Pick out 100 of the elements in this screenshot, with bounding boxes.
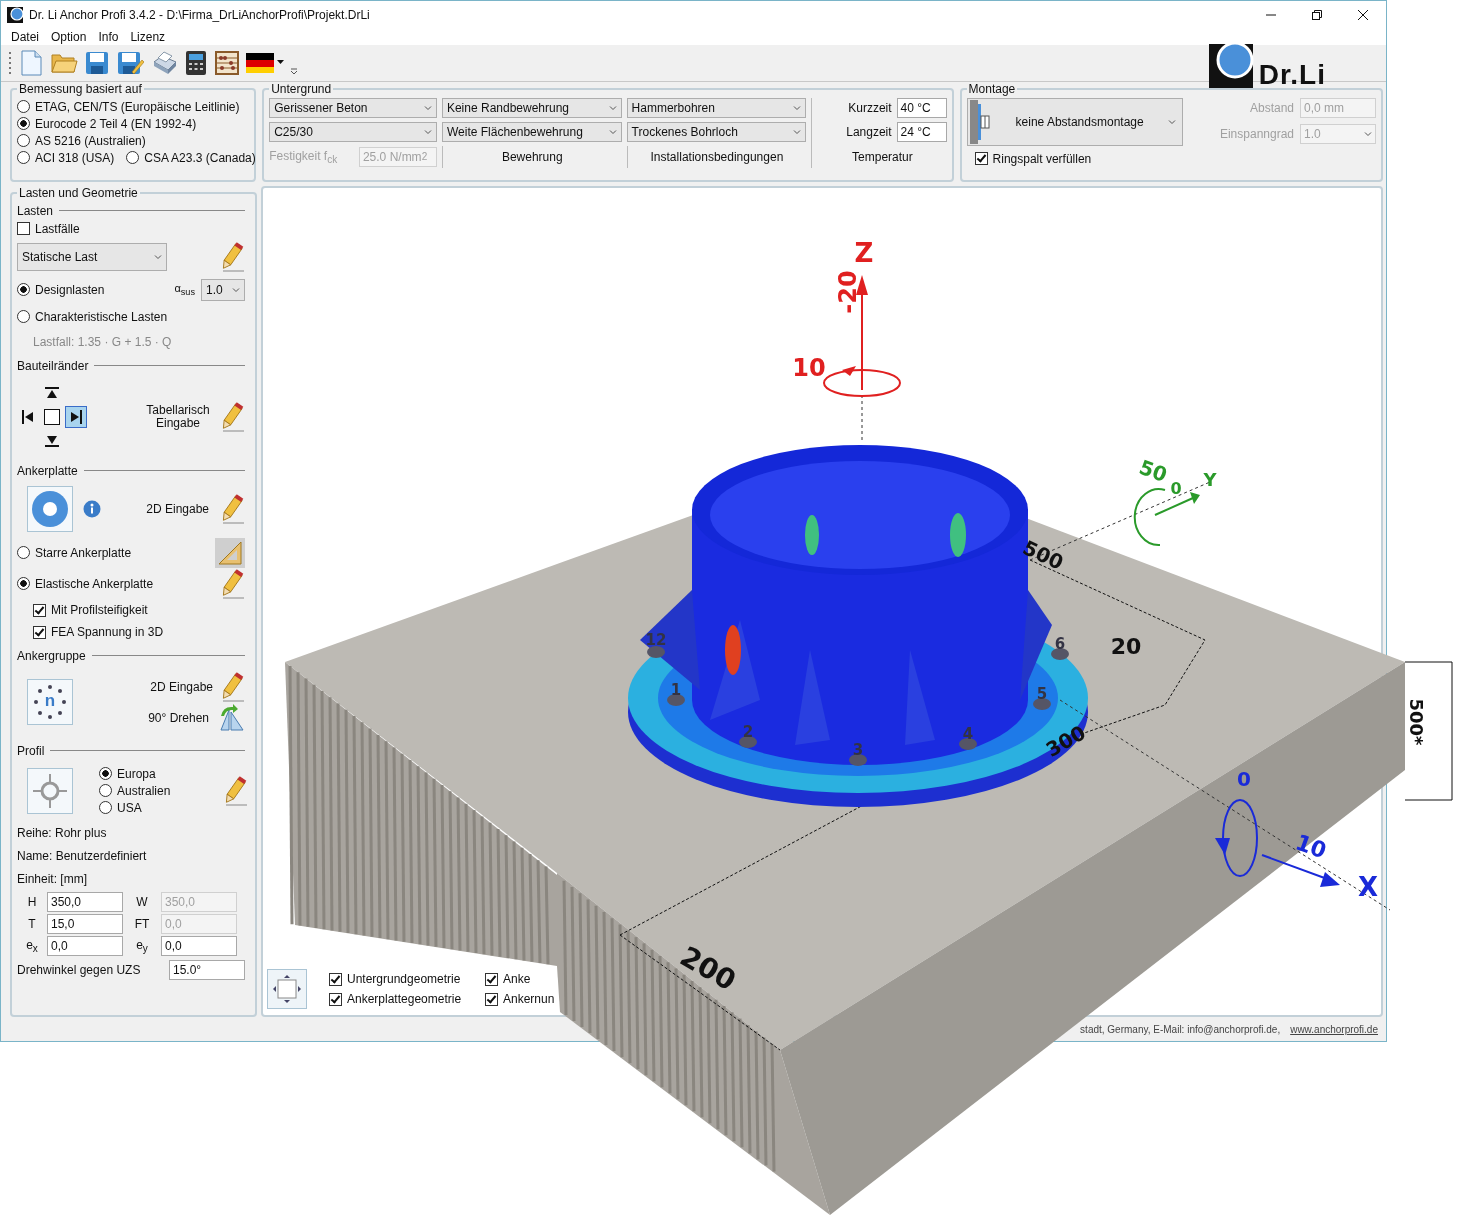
radio-button[interactable]: [17, 546, 30, 560]
field-label: FT: [133, 916, 151, 931]
radio-button[interactable]: [99, 767, 112, 781]
dropdown[interactable]: Trockenes Bohrloch: [626, 121, 807, 142]
dropdown[interactable]: Keine Randbewehrung: [441, 97, 622, 118]
input-label: 2D Eingabe: [150, 679, 213, 694]
calculator-icon[interactable]: [184, 49, 208, 76]
fit-view-button[interactable]: [267, 969, 307, 1010]
group-title: Lasten und Geometrie: [18, 185, 139, 200]
option-label: Designlasten: [35, 282, 105, 297]
menu-item[interactable]: Info: [92, 30, 125, 44]
input-field[interactable]: 15,0: [47, 913, 123, 934]
save-as-icon[interactable]: [116, 49, 144, 76]
chevron-icon: [423, 128, 432, 135]
input-field[interactable]: 0,0: [47, 935, 123, 956]
overflow-chevron-icon[interactable]: [290, 66, 298, 75]
checkbox[interactable]: [17, 222, 30, 236]
edge-toggle[interactable]: [65, 405, 87, 428]
checkbox[interactable]: [33, 603, 46, 617]
anchor-number: 3: [852, 741, 864, 759]
anchor-number: 5: [1036, 685, 1048, 703]
top-edge-icon: [45, 386, 59, 399]
radio-button[interactable]: [17, 100, 30, 114]
mounting-dropdown[interactable]: keine Abstandsmontage: [966, 97, 1183, 146]
set-square-icon[interactable]: [215, 537, 245, 568]
profile-info: Einheit: [mm]: [17, 870, 88, 888]
logo-text: Dr.Li: [1258, 61, 1326, 88]
chevron-icon: [608, 128, 617, 135]
info-icon[interactable]: [83, 499, 101, 518]
load-formula: Lastfall: 1.35 · G + 1.5 · Q: [32, 333, 172, 351]
profile-info: Reihe: Rohr plus: [17, 824, 107, 842]
field-label: W: [135, 894, 149, 909]
input-field[interactable]: 0,0: [161, 935, 237, 956]
field-label: Drehwinkel gegen UZS: [17, 962, 141, 977]
checkbox-label: Anke: [503, 972, 531, 987]
dropdown[interactable]: Statische Last: [17, 242, 167, 271]
input-field[interactable]: 350,0: [47, 891, 123, 912]
dropdown[interactable]: Gerissener Beton: [269, 97, 437, 118]
chevron-icon: [1167, 118, 1176, 125]
chevron-icon: [232, 286, 240, 293]
checkbox[interactable]: [33, 625, 46, 639]
input-field[interactable]: 40 °C: [896, 97, 947, 118]
checkbox-label: Untergrundgeometrie: [347, 972, 461, 987]
force-label: 0: [1237, 767, 1251, 791]
ring-plate-icon[interactable]: [27, 485, 73, 532]
section-title: Lasten: [17, 203, 54, 218]
radio-button[interactable]: [17, 151, 30, 165]
website-link[interactable]: www.anchorprofi.de: [1290, 1023, 1378, 1035]
checkbox-label: Mit Profilsteifigkeit: [51, 603, 148, 618]
radio-button[interactable]: [99, 801, 112, 815]
radio-button[interactable]: [17, 134, 30, 148]
checkbox[interactable]: [974, 152, 988, 166]
radio-button[interactable]: [17, 577, 30, 591]
menu-item[interactable]: Option: [45, 30, 93, 44]
abacus-icon[interactable]: [214, 49, 240, 76]
radio-button[interactable]: [126, 151, 140, 165]
option-label: Charakteristische Lasten: [35, 309, 168, 324]
menu-item[interactable]: Datei: [5, 30, 45, 44]
checkbox[interactable]: [329, 992, 342, 1006]
dropdown[interactable]: Weite Flächenbewehrung: [441, 121, 622, 142]
field-label: Festigkeit f$_{ck}$: [269, 148, 338, 166]
option-label: Elastische Ankerplatte: [35, 576, 154, 591]
dimension-label: 300: [1041, 720, 1090, 762]
field-label: Abstand: [1249, 100, 1294, 115]
force-label: 0: [1170, 479, 1182, 498]
anchor-group-icon[interactable]: n: [27, 678, 73, 725]
chevron-icon: [154, 253, 162, 260]
section-title: Profil: [17, 743, 45, 758]
dropdown[interactable]: 1.0: [201, 278, 245, 301]
chevron-icon: [423, 104, 432, 111]
checkbox-label: Lastfälle: [35, 221, 80, 236]
option-label: ACI 318 (USA): [35, 150, 115, 165]
option-label: AS 5216 (Australien): [35, 133, 146, 148]
radio-button[interactable]: [17, 310, 30, 324]
caret-icon: [277, 60, 284, 66]
checkbox[interactable]: [329, 972, 342, 986]
radio-button[interactable]: [17, 117, 30, 131]
anchor-number: 6: [1054, 635, 1066, 653]
menu-item[interactable]: Lizenz: [124, 30, 172, 44]
checkbox[interactable]: [485, 972, 498, 986]
window-title: Dr. Li Anchor Profi 3.4.2 - D:\Firma_DrLiAnchorProfi\Projekt.DrLi: [29, 8, 370, 22]
save-icon[interactable]: [84, 49, 110, 76]
axis-label: Z: [854, 238, 874, 268]
radio-button[interactable]: [99, 784, 112, 798]
rotate-label: 90° Drehen: [148, 710, 209, 725]
input-field[interactable]: 24 °C: [896, 121, 947, 142]
app-icon: [7, 7, 23, 23]
dimension-label: 20: [1110, 634, 1142, 659]
field-label: e$_{y}$: [135, 937, 149, 954]
language-dropdown[interactable]: [246, 52, 284, 73]
dropdown[interactable]: C25/30: [269, 121, 437, 142]
checkbox[interactable]: [485, 992, 498, 1006]
field-label: Langzeit: [846, 124, 892, 139]
input-field[interactable]: 15.0°: [169, 959, 245, 980]
option-label: CSA A23.3 (Canada): [144, 150, 256, 165]
radio-button[interactable]: [17, 283, 30, 297]
checkbox-label: Ankerplattegeometrie: [347, 992, 462, 1007]
pipe-profile-icon[interactable]: [27, 767, 73, 814]
checkbox-label: Ankernun: [503, 992, 555, 1007]
dropdown[interactable]: Hammerbohren: [626, 97, 807, 118]
